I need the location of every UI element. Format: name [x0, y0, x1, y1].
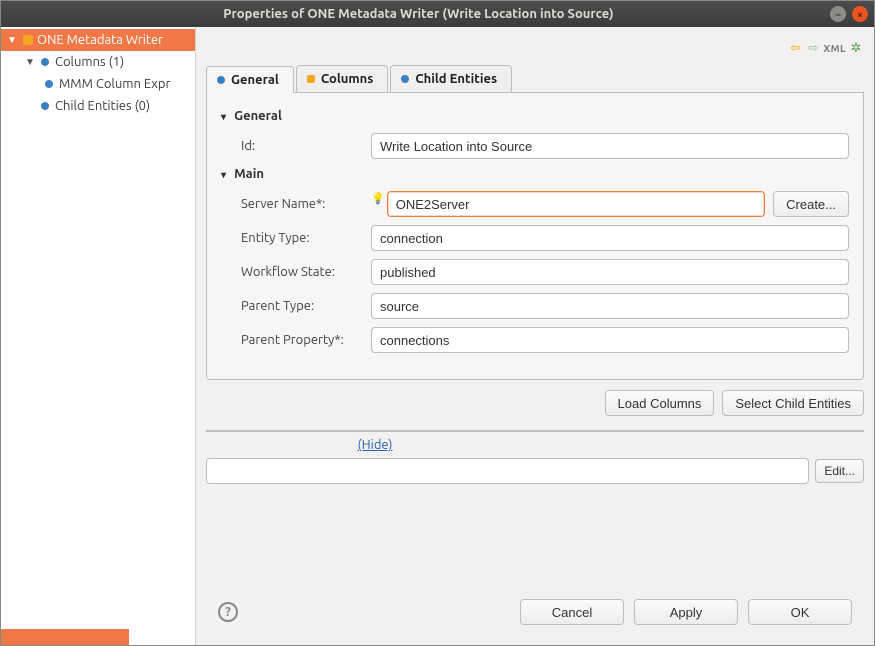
- dot-icon: [217, 76, 225, 84]
- divider: [206, 430, 864, 432]
- server-name-label: Server Name*:: [221, 197, 371, 211]
- tree-columns[interactable]: ▼ Columns (1): [1, 51, 195, 73]
- apply-button[interactable]: Apply: [634, 599, 738, 625]
- form-panel: ▾ General Id: ▾ Main Server Name*: 💡 Cre…: [206, 93, 864, 380]
- section-main-label: Main: [234, 167, 264, 181]
- id-field[interactable]: [371, 133, 849, 159]
- ok-button[interactable]: OK: [748, 599, 852, 625]
- load-columns-button[interactable]: Load Columns: [605, 390, 715, 416]
- hide-link[interactable]: (Hide): [358, 438, 393, 452]
- create-button[interactable]: Create...: [773, 191, 849, 217]
- minimize-button[interactable]: –: [830, 6, 846, 22]
- tree-columns-label: Columns (1): [55, 55, 124, 69]
- section-general-label: General: [234, 109, 282, 123]
- expression-field[interactable]: [206, 458, 809, 484]
- parent-property-label: Parent Property*:: [221, 333, 371, 347]
- child-entities-icon: [41, 102, 49, 110]
- tree-child-entities-label: Child Entities (0): [55, 99, 150, 113]
- help-icon[interactable]: ?: [218, 602, 238, 622]
- parent-property-field[interactable]: [371, 327, 849, 353]
- tree-child-entities[interactable]: Child Entities (0): [1, 95, 195, 117]
- writer-icon: [23, 35, 33, 45]
- tree: ▼ ONE Metadata Writer ▼ Columns (1) MMM …: [1, 27, 195, 629]
- xml-button[interactable]: XML: [824, 43, 847, 54]
- cancel-button[interactable]: Cancel: [520, 599, 624, 625]
- section-main[interactable]: ▾ Main: [221, 167, 849, 181]
- wizard-icon[interactable]: ✲: [848, 40, 864, 56]
- main-panel: ⇦ ⇨ XML ✲ General Columns Child Entities: [196, 27, 874, 645]
- tab-columns[interactable]: Columns: [296, 65, 389, 92]
- tab-child-entities[interactable]: Child Entities: [390, 65, 512, 92]
- sidebar-footer: [1, 629, 195, 645]
- tab-general[interactable]: General: [206, 66, 294, 93]
- select-child-entities-button[interactable]: Select Child Entities: [722, 390, 864, 416]
- edit-button[interactable]: Edit...: [815, 459, 864, 483]
- back-icon[interactable]: ⇦: [788, 40, 804, 56]
- columns-icon: [41, 58, 49, 66]
- column-icon: [45, 80, 53, 88]
- workflow-state-label: Workflow State:: [221, 265, 371, 279]
- dot-icon: [307, 75, 315, 83]
- toolbar: ⇦ ⇨ XML ✲: [206, 37, 864, 59]
- tree-column-item[interactable]: MMM Column Expr: [1, 73, 195, 95]
- id-label: Id:: [221, 139, 371, 153]
- tab-child-entities-label: Child Entities: [415, 72, 497, 86]
- expand-icon[interactable]: ▼: [5, 34, 19, 46]
- forward-icon[interactable]: ⇨: [806, 40, 822, 56]
- dot-icon: [401, 75, 409, 83]
- titlebar: Properties of ONE Metadata Writer (Write…: [1, 1, 874, 27]
- entity-type-field[interactable]: [371, 225, 849, 251]
- section-general[interactable]: ▾ General: [221, 109, 849, 123]
- tree-root[interactable]: ▼ ONE Metadata Writer: [1, 29, 195, 51]
- parent-type-label: Parent Type:: [221, 299, 371, 313]
- close-button[interactable]: ×: [852, 6, 868, 22]
- caret-down-icon: ▾: [221, 169, 231, 181]
- expand-icon[interactable]: ▼: [23, 56, 37, 68]
- entity-type-label: Entity Type:: [221, 231, 371, 245]
- tree-root-label: ONE Metadata Writer: [37, 33, 163, 47]
- caret-down-icon: ▾: [221, 111, 231, 123]
- tabs: General Columns Child Entities: [206, 65, 864, 93]
- parent-type-field[interactable]: [371, 293, 849, 319]
- bulb-icon: 💡: [371, 192, 385, 205]
- server-name-field[interactable]: [387, 191, 765, 217]
- tree-column-item-label: MMM Column Expr: [59, 77, 170, 91]
- tab-general-label: General: [231, 73, 279, 87]
- workflow-state-field[interactable]: [371, 259, 849, 285]
- sidebar: ▼ ONE Metadata Writer ▼ Columns (1) MMM …: [1, 27, 196, 645]
- window-title: Properties of ONE Metadata Writer (Write…: [7, 7, 830, 21]
- tab-columns-label: Columns: [321, 72, 374, 86]
